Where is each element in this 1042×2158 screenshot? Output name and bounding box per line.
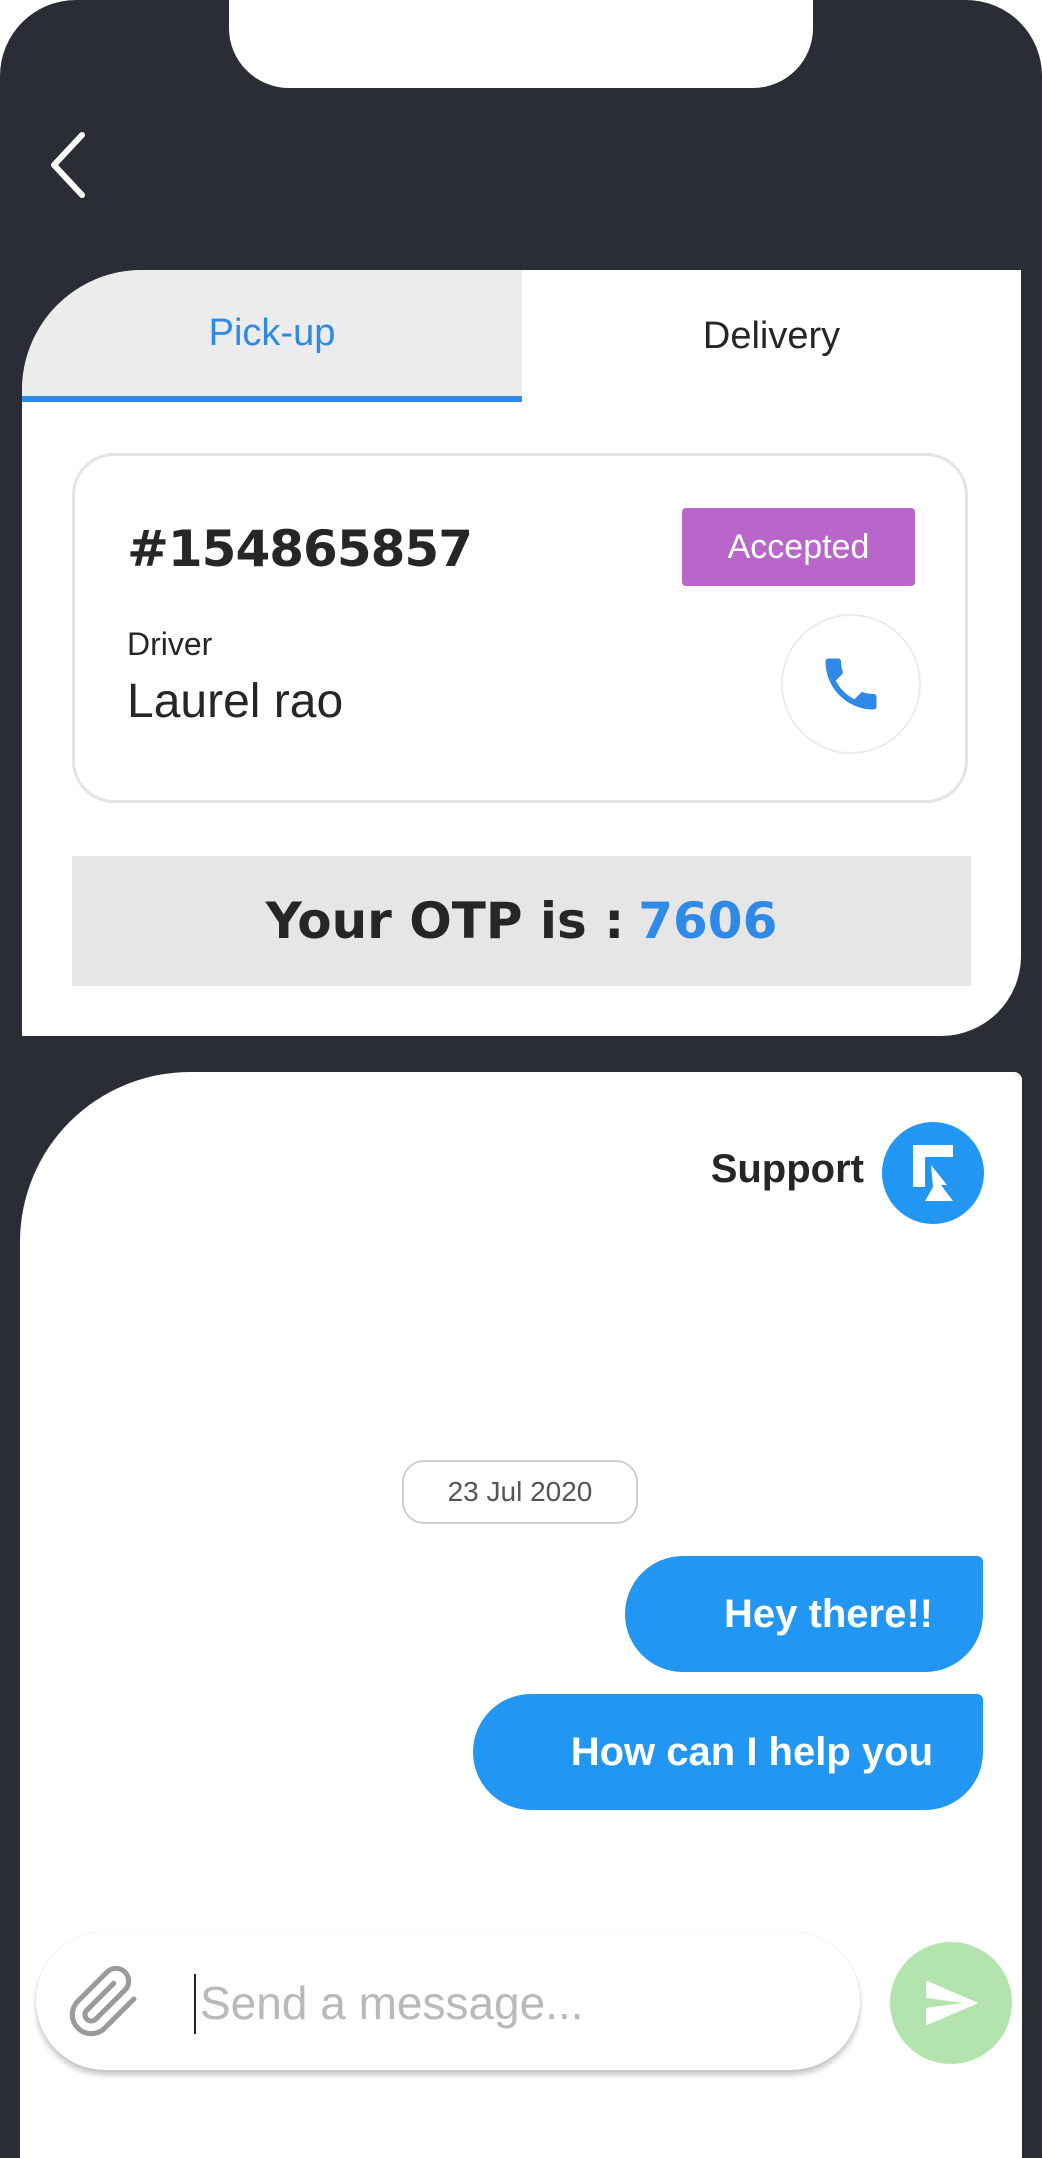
order-card: #154865857 Accepted Driver Laurel rao xyxy=(72,453,968,803)
driver-name: Laurel rao xyxy=(127,675,344,728)
message-input[interactable] xyxy=(198,1962,822,2044)
chat-title: Support xyxy=(710,1147,864,1191)
date-separator: 23 Jul 2020 xyxy=(402,1460,638,1524)
tab-pickup[interactable]: Pick-up xyxy=(22,270,522,402)
tab-bar: Pick-up Delivery xyxy=(22,270,1021,402)
chevron-left-icon xyxy=(51,132,85,198)
order-id: #154865857 xyxy=(127,520,473,578)
call-driver-button[interactable] xyxy=(781,614,921,754)
device-notch xyxy=(229,0,813,88)
order-panel: Pick-up Delivery #154865857 Accepted Dri… xyxy=(22,270,1021,1036)
text-caret xyxy=(194,1974,196,2034)
tab-delivery[interactable]: Delivery xyxy=(522,270,1021,402)
paperclip-icon xyxy=(69,1965,137,2037)
attach-button[interactable] xyxy=(66,1964,142,2040)
otp-value: 7606 xyxy=(638,892,778,950)
tab-pickup-label: Pick-up xyxy=(208,311,336,354)
back-button[interactable] xyxy=(40,125,100,205)
tab-delivery-label: Delivery xyxy=(702,314,841,357)
chat-panel: Support 23 Jul 2020 Hey there!! How can … xyxy=(20,1072,1022,2158)
support-logo-icon xyxy=(913,1145,953,1201)
otp-bar: Your OTP is : 7606 xyxy=(72,856,971,986)
status-badge: Accepted xyxy=(682,508,915,586)
otp-label: Your OTP is : xyxy=(265,892,625,950)
driver-label: Driver xyxy=(127,626,213,662)
phone-frame: Pick-up Delivery #154865857 Accepted Dri… xyxy=(0,0,1042,2158)
avatar xyxy=(882,1122,984,1224)
send-icon xyxy=(926,1980,979,2026)
message-composer xyxy=(36,1932,860,2070)
phone-icon xyxy=(825,658,877,710)
message-bubble: How can I help you xyxy=(473,1694,983,1810)
send-button[interactable] xyxy=(890,1942,1012,2064)
message-bubble: Hey there!! xyxy=(625,1556,983,1672)
